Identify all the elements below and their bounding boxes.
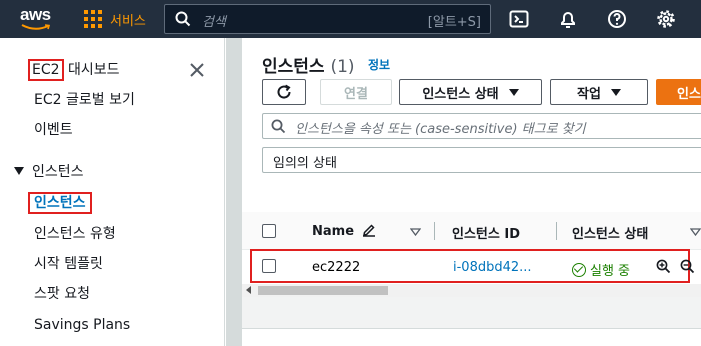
instance-state-filter-select[interactable]: 임의의 상태 xyxy=(262,147,701,173)
split-panel xyxy=(242,328,701,346)
aws-logo[interactable]: aws xyxy=(20,4,54,34)
sidebar-item-events[interactable]: 이벤트 xyxy=(34,119,73,141)
column-separator[interactable] xyxy=(556,222,557,240)
sidebar-resize-gutter[interactable] xyxy=(226,38,242,346)
column-header-name[interactable]: Name xyxy=(312,223,376,239)
pencil-icon xyxy=(362,224,375,237)
actions-label: 작업 xyxy=(577,86,601,102)
sidebar-item-launch-templates[interactable]: 시작 템플릿 xyxy=(34,253,103,275)
actions-dropdown[interactable]: 작업 xyxy=(550,79,648,105)
column-name-label: Name xyxy=(312,224,355,239)
search-placeholder: 검색 xyxy=(202,15,226,30)
sidebar-item-ec2-dashboard[interactable]: EC2 대시보드 xyxy=(28,59,120,81)
help-icon[interactable] xyxy=(607,9,627,29)
sidebar-item-ec2-global-view[interactable]: EC2 글로벌 보기 xyxy=(34,89,135,111)
select-all-checkbox[interactable] xyxy=(262,224,276,238)
launch-instances-button[interactable]: 인스 xyxy=(656,79,701,105)
top-navigation-bar: aws 서비스 검색 [알트+S] xyxy=(0,0,701,38)
caret-down-icon xyxy=(508,88,519,96)
caret-down-icon xyxy=(610,88,621,96)
search-icon xyxy=(175,11,191,27)
search-icon xyxy=(271,119,286,134)
gear-icon[interactable] xyxy=(656,9,676,29)
instance-state-dropdown[interactable]: 인스턴스 상태 xyxy=(399,79,542,105)
scrollbar-thumb[interactable] xyxy=(258,286,388,295)
filter-placeholder: 인스턴스을 속성 또는 (case-sensitive) 태그로 찾기 xyxy=(295,122,586,137)
instance-state-label: 인스턴스 상태 xyxy=(422,86,499,102)
cell-instance-state: 실행 중 xyxy=(572,260,630,279)
cell-instance-id-link[interactable]: i-08dbd42... xyxy=(453,260,532,275)
cell-name: ec2222 xyxy=(312,260,361,275)
column-header-instance-state[interactable]: 인스턴스 상태 xyxy=(572,223,648,242)
connect-button[interactable]: 연결 xyxy=(320,79,392,105)
sort-icon[interactable] xyxy=(690,228,701,236)
page-title: 인스턴스 (1) xyxy=(262,52,355,77)
ec2-highlight-box: EC2 xyxy=(28,59,64,81)
select-value: 임의의 상태 xyxy=(273,156,337,171)
sidebar-item-spot-requests[interactable]: 스팟 요청 xyxy=(34,283,90,305)
close-icon[interactable] xyxy=(190,63,204,77)
horizontal-scrollbar[interactable] xyxy=(242,284,701,297)
refresh-icon xyxy=(277,84,291,99)
services-label: 서비스 xyxy=(110,13,146,29)
refresh-button[interactable] xyxy=(262,79,306,105)
aws-logo-text: aws xyxy=(20,5,51,24)
bell-icon[interactable] xyxy=(558,9,578,29)
search-shortcut-hint: [알트+S] xyxy=(427,15,481,30)
services-grid-icon xyxy=(84,10,102,28)
table-row[interactable]: ec2222 i-08dbd42... 실행 중 xyxy=(250,249,695,283)
sidebar-item-instance-types[interactable]: 인스턴스 유형 xyxy=(34,223,116,245)
instances-panel: 인스턴스 (1) 정보 연결 인스턴스 상태 작업 인스 인스턴스을 속성 또는… xyxy=(242,38,701,297)
page-title-text: 인스턴스 xyxy=(262,57,325,77)
aws-smile-icon xyxy=(21,24,51,30)
sidebar-section-instances[interactable]: 인스턴스 xyxy=(14,161,84,183)
table-header: Name 인스턴스 ID 인스턴스 상태 xyxy=(242,212,701,250)
cloudshell-icon[interactable] xyxy=(509,9,529,29)
sidebar-section-label: 인스턴스 xyxy=(32,164,84,180)
sort-icon[interactable] xyxy=(410,228,421,236)
instance-count: (1) xyxy=(330,57,355,77)
side-navigation: EC2 대시보드 EC2 글로벌 보기 이벤트 인스턴스 인스턴스 인스턴스 유… xyxy=(0,38,225,346)
caret-down-icon xyxy=(14,167,24,175)
zoom-in-icon[interactable] xyxy=(656,259,671,274)
global-search-input[interactable]: 검색 [알트+S] xyxy=(164,4,491,34)
info-link[interactable]: 정보 xyxy=(368,56,390,73)
state-label: 실행 중 xyxy=(590,264,631,279)
check-circle-icon xyxy=(572,263,586,277)
main-content: 인스턴스 (1) 정보 연결 인스턴스 상태 작업 인스 인스턴스을 속성 또는… xyxy=(242,38,701,346)
sidebar-item-instances[interactable]: 인스턴스 xyxy=(28,192,92,214)
sidebar-item-savings-plans[interactable]: Savings Plans xyxy=(34,314,130,336)
sidebar-item-label-active: 인스턴스 xyxy=(28,192,92,214)
row-checkbox[interactable] xyxy=(262,259,276,273)
scroll-left-icon[interactable] xyxy=(246,286,251,294)
column-separator[interactable] xyxy=(434,222,435,240)
services-menu-button[interactable]: 서비스 xyxy=(84,9,146,29)
column-header-instance-id[interactable]: 인스턴스 ID xyxy=(452,223,520,242)
instance-filter-input[interactable]: 인스턴스을 속성 또는 (case-sensitive) 태그로 찾기 xyxy=(262,113,701,139)
zoom-out-icon[interactable] xyxy=(680,259,695,274)
sidebar-item-label: 대시보드 xyxy=(63,62,120,78)
